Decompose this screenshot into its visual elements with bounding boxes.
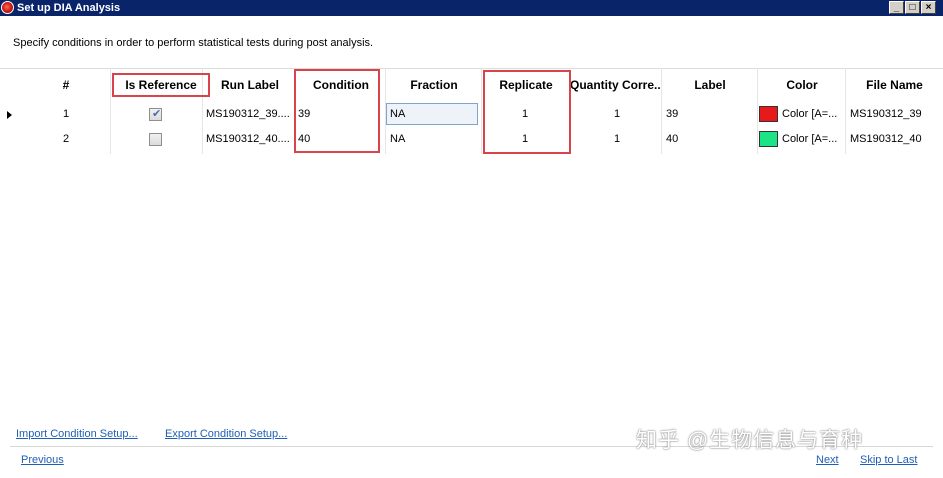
column-separator[interactable] <box>757 68 758 154</box>
skip-to-last-link[interactable]: Skip to Last <box>860 454 917 466</box>
column-header-label[interactable]: Label <box>662 68 758 102</box>
row-1-file-name[interactable]: MS190312_39 <box>850 103 942 125</box>
row-2-color-text[interactable]: Color [A=... <box>782 128 844 150</box>
row-1-number: 1 <box>62 108 70 120</box>
row-1-run-label[interactable]: MS190312_39.... <box>206 103 294 125</box>
row-1-color-text[interactable]: Color [A=... <box>782 103 844 125</box>
highlight-box-replicate <box>483 70 571 154</box>
row-1-color-swatch[interactable] <box>759 106 778 122</box>
column-header-run-label[interactable]: Run Label <box>204 68 296 102</box>
column-header-quantity-correction[interactable]: Quantity Corre... <box>570 68 662 102</box>
highlight-box-condition <box>294 69 380 153</box>
row-2-number: 2 <box>62 133 70 145</box>
export-condition-setup-link[interactable]: Export Condition Setup... <box>165 428 287 440</box>
column-header-color[interactable]: Color <box>758 68 846 102</box>
column-separator[interactable] <box>110 68 111 154</box>
row-2-quantity-correction[interactable]: 1 <box>572 128 662 150</box>
column-separator[interactable] <box>845 68 846 154</box>
row-2-label[interactable]: 40 <box>666 128 756 150</box>
window-title: Set up DIA Analysis <box>17 2 121 14</box>
highlight-box-is-reference <box>112 73 210 97</box>
instruction-text: Specify conditions in order to perform s… <box>13 37 374 49</box>
column-header-file-name[interactable]: File Name <box>846 68 943 102</box>
current-row-indicator-icon <box>7 111 12 119</box>
app-logo-icon <box>1 1 14 14</box>
column-header-fraction[interactable]: Fraction <box>386 68 482 102</box>
row-1-is-reference-checkbox[interactable]: ✔ <box>149 108 162 121</box>
close-button[interactable]: × <box>921 1 936 14</box>
previous-link[interactable]: Previous <box>21 454 64 466</box>
maximize-button[interactable]: □ <box>905 1 920 14</box>
row-2-is-reference-checkbox[interactable] <box>149 133 162 146</box>
import-condition-setup-link[interactable]: Import Condition Setup... <box>16 428 138 440</box>
watermark-text: 知乎 @生物信息与育种 <box>636 429 864 452</box>
row-1-fraction-field[interactable]: NA <box>390 103 476 125</box>
title-bar: Set up DIA Analysis _ □ × <box>0 0 943 16</box>
row-1-label[interactable]: 39 <box>666 103 756 125</box>
row-2-run-label[interactable]: MS190312_40.... <box>206 128 294 150</box>
column-header-number[interactable]: # <box>44 68 88 102</box>
minimize-button[interactable]: _ <box>889 1 904 14</box>
row-2-color-swatch[interactable] <box>759 131 778 147</box>
row-2-fraction-field[interactable]: NA <box>390 128 476 150</box>
checkmark-icon: ✔ <box>152 108 162 120</box>
row-1-quantity-correction[interactable]: 1 <box>572 103 662 125</box>
row-2-file-name[interactable]: MS190312_40 <box>850 128 942 150</box>
next-link[interactable]: Next <box>816 454 839 466</box>
